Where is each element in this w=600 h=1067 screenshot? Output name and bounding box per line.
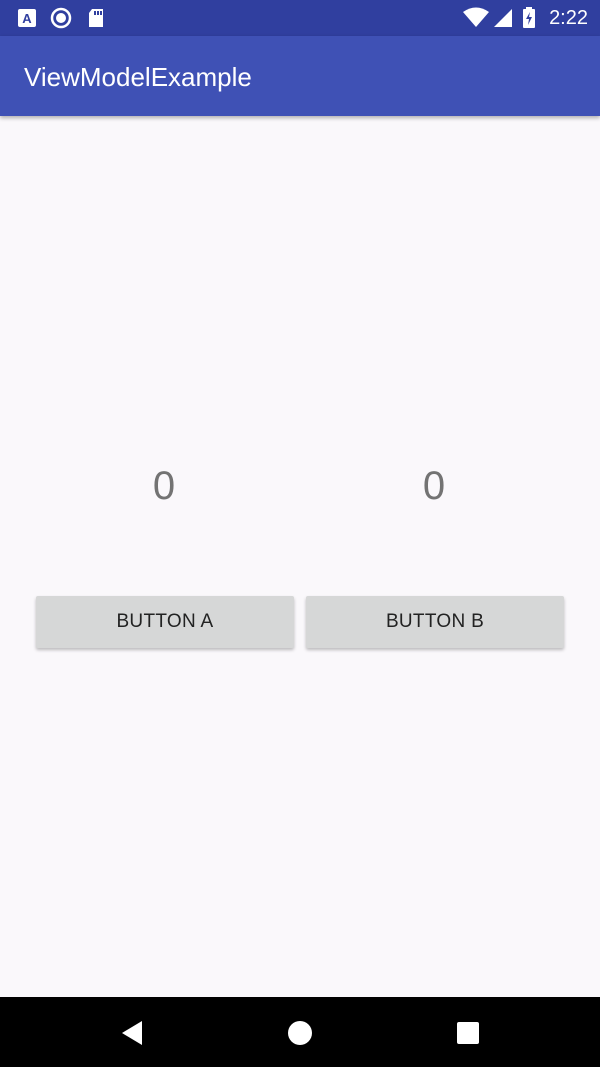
wifi-icon [463,7,489,27]
button-a[interactable]: BUTTON A [36,596,294,648]
screen: A 2:22 ViewModelExample 0 0 BUTTON A BUT… [0,0,600,1067]
status-bar: A 2:22 [0,0,600,36]
record-icon [50,7,72,29]
button-b[interactable]: BUTTON B [306,596,564,648]
counter-b-text: 0 [422,464,446,508]
app-a-icon: A [18,9,36,27]
counter-a-text: 0 [152,464,176,508]
sd-card-icon [89,9,103,27]
back-icon[interactable] [116,1017,148,1049]
status-time: 2:22 [549,7,588,29]
recents-icon[interactable] [452,1017,484,1049]
home-icon[interactable] [284,1017,316,1049]
app-title: ViewModelExample [24,62,252,92]
signal-icon [494,9,512,27]
battery-charging-icon [523,7,535,28]
navigation-bar [0,997,600,1067]
app-bar: ViewModelExample [0,36,600,116]
svg-text:A: A [22,11,32,26]
